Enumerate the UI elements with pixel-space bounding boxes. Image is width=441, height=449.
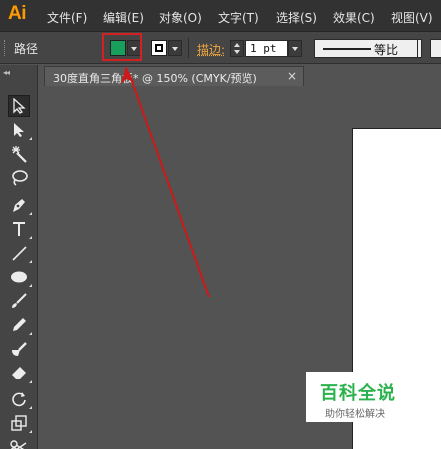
- magic-wand-tool-icon[interactable]: [8, 143, 30, 165]
- annotation-highlight-box: [102, 33, 142, 61]
- stroke-color-swatch[interactable]: [151, 40, 167, 56]
- tool-group-indicator: [29, 212, 32, 215]
- menu-type[interactable]: 文字(T): [218, 9, 259, 26]
- menu-object[interactable]: 对象(O): [159, 9, 202, 26]
- toolbar-divider: [188, 38, 189, 58]
- close-icon[interactable]: ×: [287, 69, 297, 83]
- pencil-tool-icon[interactable]: [8, 314, 32, 336]
- watermark-title: 百科全说: [320, 383, 396, 403]
- stroke-weight-dropdown[interactable]: [288, 40, 302, 57]
- ellipse-tool-icon[interactable]: [8, 266, 32, 288]
- tool-group-indicator: [29, 380, 32, 383]
- stroke-weight-input[interactable]: 1 pt: [245, 40, 288, 57]
- tool-group-indicator: [29, 430, 32, 433]
- rotate-tool-icon[interactable]: [8, 388, 32, 410]
- stroke-label[interactable]: 描边:: [197, 41, 225, 58]
- tool-group-indicator: [29, 137, 32, 140]
- eraser-tool-icon[interactable]: [8, 362, 32, 384]
- chevron-down-icon: [172, 47, 178, 51]
- tool-group-indicator: [29, 332, 32, 335]
- profile-label: 等比: [374, 43, 399, 57]
- scissors-tool-icon[interactable]: [8, 436, 30, 449]
- menu-bar: Ai 文件(F) 编辑(E) 对象(O) 文字(T) 选择(S) 效果(C) 视…: [0, 0, 441, 32]
- chevron-down-icon: [234, 50, 240, 54]
- document-tab[interactable]: 30度直角三角板* @ 150% (CMYK/预览) ×: [44, 66, 304, 86]
- blob-brush-tool-icon[interactable]: [8, 338, 30, 360]
- collapse-panel-icon[interactable]: ◂◂: [3, 68, 10, 77]
- stroke-dropdown-button[interactable]: [168, 40, 182, 56]
- document-title: 30度直角三角板* @ 150% (CMYK/预览): [53, 72, 257, 85]
- menu-effect[interactable]: 效果(C): [333, 9, 375, 26]
- profile-dropdown-edge[interactable]: [418, 39, 422, 58]
- variable-width-profile-select[interactable]: 等比: [314, 39, 418, 58]
- pen-tool-icon[interactable]: [8, 194, 32, 216]
- direct-selection-tool-icon[interactable]: [8, 119, 32, 141]
- object-type-label: 路径: [14, 42, 39, 56]
- type-tool-icon[interactable]: [8, 218, 32, 240]
- menu-file[interactable]: 文件(F): [47, 9, 87, 26]
- menu-select[interactable]: 选择(S): [276, 9, 317, 26]
- chevron-up-icon: [234, 43, 240, 47]
- stroke-square-icon: [155, 44, 163, 52]
- watermark-logo: 百科全说 助你轻松解决: [306, 372, 404, 422]
- selection-tool-icon[interactable]: [8, 95, 30, 117]
- chevron-down-icon: [292, 47, 298, 51]
- tool-group-indicator: [29, 260, 32, 263]
- brush-definition-select[interactable]: [430, 39, 441, 58]
- menu-edit[interactable]: 编辑(E): [103, 9, 144, 26]
- profile-line-preview: [323, 48, 371, 50]
- scale-tool-icon[interactable]: [8, 412, 32, 434]
- line-segment-tool-icon[interactable]: [8, 242, 32, 264]
- tool-group-indicator: [29, 284, 32, 287]
- stroke-weight-stepper[interactable]: [230, 40, 244, 57]
- panel-grip-icon[interactable]: [4, 40, 7, 56]
- tool-group-indicator: [29, 406, 32, 409]
- tool-group-indicator: [29, 236, 32, 239]
- menu-view[interactable]: 视图(V): [391, 9, 433, 26]
- app-logo: Ai: [8, 3, 27, 24]
- paintbrush-tool-icon[interactable]: [8, 290, 30, 312]
- lasso-tool-icon[interactable]: [8, 167, 30, 189]
- watermark-subtitle: 助你轻松解决: [325, 409, 385, 420]
